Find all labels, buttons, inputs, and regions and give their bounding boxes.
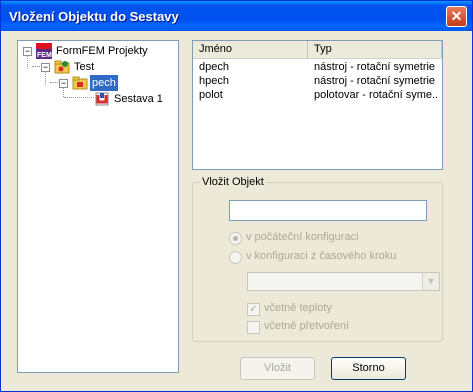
assembly-icon (94, 91, 110, 107)
dialog-window: Vložení Objektu do Sestavy ✕ − FEM FormF… (0, 0, 473, 392)
tree-line (50, 82, 58, 83)
tree-line (45, 71, 46, 85)
radio-initial-config[interactable] (229, 232, 242, 245)
include-temperature-checkbox[interactable]: ✓ (247, 303, 260, 316)
include-temperature-label: včetně teploty (264, 302, 332, 314)
group-title: Vložit Objekt (200, 176, 266, 188)
chevron-down-icon[interactable]: ▼ (422, 273, 439, 290)
column-header-name[interactable]: Jméno (193, 41, 308, 58)
insert-button[interactable]: Vložit (240, 357, 315, 380)
list-row[interactable]: polot polotovar - rotační syme... (193, 88, 442, 102)
radio-initial-config-label: v počáteční konfiguraci (246, 231, 359, 243)
list-header: Jméno Typ (193, 41, 442, 59)
tree-item-label: Sestava 1 (114, 93, 163, 105)
column-header-type[interactable]: Typ (308, 41, 442, 58)
window-title: Vložení Objektu do Sestavy (9, 9, 179, 24)
project-folder-icon (54, 59, 70, 75)
collapse-icon[interactable]: − (59, 79, 68, 88)
row-name: polot (199, 89, 223, 101)
project-tree[interactable]: − FEM FormFEM Projekty − Test − pech Ses (17, 40, 179, 373)
list-row[interactable]: dpech nástroj - rotační symetrie (193, 60, 442, 74)
include-deformation-checkbox[interactable] (247, 321, 260, 334)
tree-line (64, 97, 94, 98)
row-type: nástroj - rotační symetrie (314, 75, 436, 87)
tree-line (32, 66, 40, 67)
close-icon: ✕ (450, 8, 463, 24)
row-name: hpech (199, 75, 229, 87)
model-folder-icon (72, 75, 88, 91)
close-button[interactable]: ✕ (446, 6, 467, 27)
tree-item-label: Test (74, 61, 95, 73)
timestep-select[interactable]: ▼ (247, 272, 440, 291)
tree-item-label: FormFEM Projekty (56, 45, 148, 57)
row-name: dpech (199, 61, 229, 73)
radio-timestep-config-label: v konfiguraci z časového kroku (246, 250, 397, 262)
row-type: polotovar - rotační syme... (314, 89, 439, 101)
collapse-icon[interactable]: − (23, 47, 32, 56)
radio-timestep-config[interactable] (229, 251, 242, 264)
tree-line (27, 55, 28, 69)
tree-line (63, 87, 64, 97)
svg-text:FEM: FEM (37, 52, 52, 59)
tree-item-label: pech (90, 75, 118, 91)
objects-list[interactable]: Jméno Typ dpech nástroj - rotační symetr… (192, 40, 443, 170)
object-name-field[interactable] (229, 200, 427, 221)
title-bar[interactable]: Vložení Objektu do Sestavy ✕ (1, 1, 472, 31)
include-deformation-label: včetně přetvoření (264, 320, 349, 332)
list-row[interactable]: hpech nástroj - rotační symetrie (193, 74, 442, 88)
formfem-logo-icon: FEM (36, 43, 52, 59)
row-type: nástroj - rotační symetrie (314, 61, 436, 73)
cancel-button[interactable]: Storno (331, 357, 406, 380)
collapse-icon[interactable]: − (41, 63, 50, 72)
